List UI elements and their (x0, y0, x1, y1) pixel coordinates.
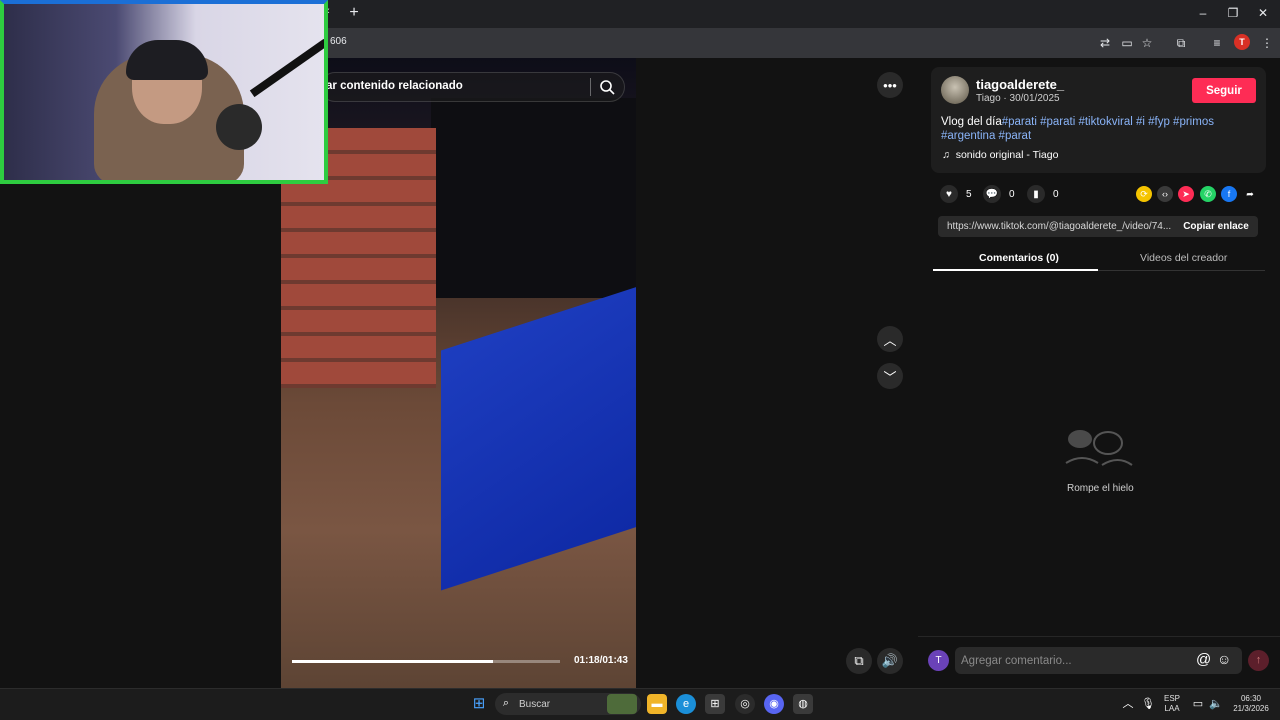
mention-icon[interactable]: @ (1196, 651, 1211, 668)
close-window-button[interactable]: ✕ (1248, 4, 1278, 22)
webcam-person-headphones (126, 40, 208, 80)
volume-icon[interactable]: 🔊 (877, 648, 903, 674)
comment-count: 0 (1009, 188, 1015, 200)
video-night-city (431, 98, 636, 298)
search-highlight-icon[interactable] (607, 694, 637, 714)
next-video-button[interactable]: ﹀ (877, 363, 903, 389)
edge-icon[interactable]: e (676, 694, 696, 714)
whatsapp-icon[interactable]: ✆ (1200, 186, 1216, 202)
search-divider (590, 78, 591, 96)
cast-icon[interactable]: ▭ (1118, 34, 1136, 52)
minimize-button[interactable]: – (1188, 4, 1218, 22)
follow-button[interactable]: Seguir (1192, 78, 1256, 103)
clock[interactable]: 06:30 21/3/2026 (1226, 694, 1276, 714)
previous-video-button[interactable]: ︿ (877, 326, 903, 352)
clock-time: 06:30 (1240, 694, 1262, 703)
related-search-text[interactable]: ar contenido relacionado (326, 80, 463, 92)
save-count: 0 (1053, 188, 1059, 200)
comment-icon[interactable]: 💬 (983, 185, 1001, 203)
new-tab-button[interactable]: + (346, 5, 362, 21)
discord-icon[interactable]: ◉ (764, 694, 784, 714)
taskbar-search-label[interactable]: Buscar (519, 699, 550, 710)
caption-hashtags-line2[interactable]: #argentina #parat (941, 130, 1031, 142)
facebook-icon[interactable]: f (1221, 186, 1237, 202)
like-stat[interactable]: ♥ 5 (940, 185, 972, 203)
share-arrow-icon[interactable]: ➦ (1242, 186, 1258, 202)
profile-avatar[interactable]: T (1234, 34, 1250, 50)
sound-link[interactable]: ♫ sonido original - Tiago (942, 149, 1058, 161)
save-stat[interactable]: ▮ 0 (1027, 185, 1059, 203)
send-comment-button[interactable]: ↑ (1248, 650, 1269, 671)
user-avatar[interactable]: T (928, 650, 949, 671)
tab-active-indicator (933, 269, 1098, 271)
chat-bubbles-icon (1065, 430, 1133, 466)
microphone-icon[interactable]: 🎙 (1138, 694, 1158, 714)
media-control-icon[interactable]: ≡ (1208, 34, 1226, 52)
caption-hashtags[interactable]: #parati #parati #tiktokviral #i #fyp #pr… (1002, 116, 1214, 128)
video-pool (441, 285, 636, 591)
translate-icon[interactable]: ⇄ (1096, 34, 1114, 52)
search-icon[interactable] (598, 78, 616, 96)
start-menu-icon[interactable]: ⊞ (469, 694, 489, 714)
author-subtitle: Tiago · 30/01/2025 (976, 93, 1060, 104)
tray-chevron-icon[interactable]: ︿ (1118, 694, 1138, 714)
video-time: 01:18/01:43 (574, 655, 628, 666)
network-icon[interactable]: ▭ (1188, 694, 1208, 714)
send-to-friends-icon[interactable]: ➤ (1178, 186, 1194, 202)
store-icon[interactable]: ⊞ (705, 694, 725, 714)
clock-date: 21/3/2026 (1233, 704, 1269, 713)
video-progress-fill (292, 660, 493, 663)
webcam-overlay (0, 0, 328, 184)
like-count: 5 (966, 188, 972, 200)
sound-label[interactable]: sonido original - Tiago (956, 149, 1059, 161)
floating-player-icon[interactable]: ⧉ (846, 648, 872, 674)
taskbar-search-icon: ⌕ (502, 697, 510, 709)
file-explorer-icon[interactable]: ▬ (647, 694, 667, 714)
bookmark-star-icon[interactable]: ☆ (1138, 34, 1156, 52)
repost-icon[interactable]: ⟳ (1136, 186, 1152, 202)
webcam-mic-arm (249, 38, 324, 98)
empty-comments-message: Rompe el hielo (1067, 483, 1134, 494)
tab-creator-videos[interactable]: Videos del creador (1140, 252, 1227, 264)
post-caption: Vlog del día#parati #parati #tiktokviral… (941, 115, 1241, 143)
embed-icon[interactable]: ‹› (1157, 186, 1173, 202)
address-bar-url[interactable]: 606 (330, 36, 347, 47)
post-link[interactable]: https://www.tiktok.com/@tiagoalderete_/v… (947, 221, 1172, 232)
browser-menu-icon[interactable]: ⋮ (1258, 34, 1276, 52)
comment-stat[interactable]: 💬 0 (983, 185, 1015, 203)
more-options-button[interactable]: ••• (877, 72, 903, 98)
copy-link-button[interactable]: Copiar enlace (1174, 216, 1258, 237)
tab-comments[interactable]: Comentarios (0) (979, 252, 1059, 264)
caption-text: Vlog del día (941, 116, 1002, 128)
language-line2: LAA (1164, 704, 1180, 713)
video-progress-bar[interactable] (292, 660, 560, 663)
music-note-icon: ♫ (942, 149, 950, 161)
language-indicator[interactable]: ESP LAA (1160, 694, 1184, 714)
extensions-icon[interactable]: ⧉ (1172, 34, 1190, 52)
app-icon[interactable]: ◎ (735, 694, 755, 714)
emoji-icon[interactable]: ☺ (1217, 651, 1231, 667)
author-username[interactable]: tiagoalderete_ (976, 77, 1064, 92)
bookmark-icon[interactable]: ▮ (1027, 185, 1045, 203)
author-avatar[interactable] (941, 76, 969, 104)
language-line1: ESP (1163, 694, 1180, 703)
heart-icon[interactable]: ♥ (940, 185, 958, 203)
maximize-button[interactable]: ❐ (1218, 4, 1248, 22)
chrome-icon[interactable]: ◍ (793, 694, 813, 714)
webcam-microphone (216, 104, 262, 150)
speaker-icon[interactable]: 🔈 (1206, 694, 1226, 714)
video-player[interactable] (281, 58, 636, 688)
